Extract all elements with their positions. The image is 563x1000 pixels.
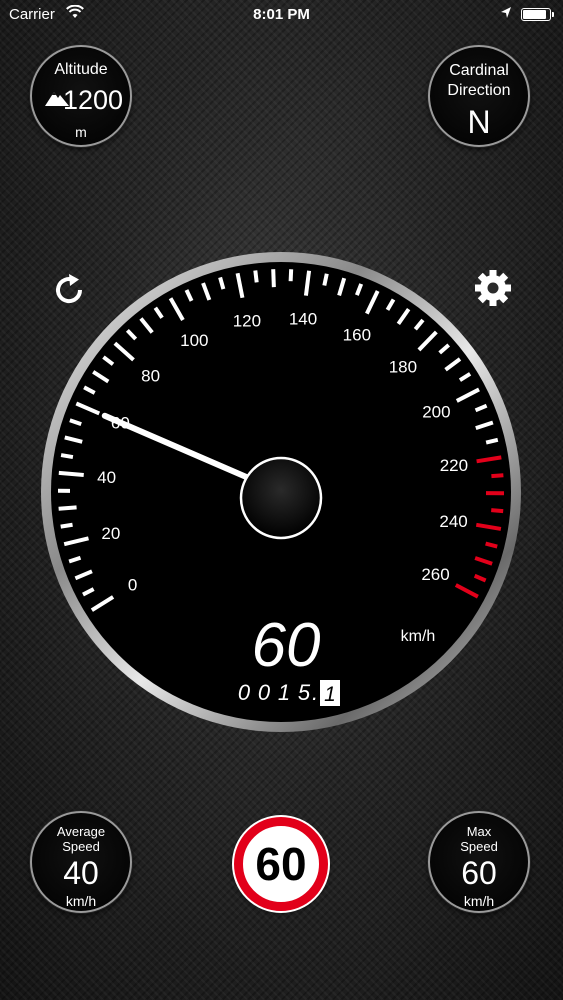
average-speed-label-line1: Average <box>56 824 106 839</box>
gauge-tick-label: 220 <box>440 456 468 475</box>
average-speed-badge: Average Speed 40 km/h <box>30 811 132 913</box>
needle-hub <box>239 456 323 540</box>
gauge-tick <box>485 437 499 445</box>
odometer-digit: 0 <box>258 680 271 705</box>
average-speed-value: 40 <box>63 855 99 891</box>
gauge-tick <box>58 505 77 511</box>
max-speed-badge: Max Speed 60 km/h <box>428 811 530 913</box>
gauge-tick <box>60 453 74 460</box>
gauge-tick <box>253 270 259 283</box>
gauge-tick <box>491 473 504 479</box>
max-speed-unit: km/h <box>463 893 495 909</box>
max-speed-label-line2: Speed <box>460 839 498 854</box>
max-speed-value: 60 <box>461 855 497 891</box>
gauge-tick-label: 120 <box>233 311 261 330</box>
odometer-decimal-digit: 1 <box>324 683 336 706</box>
gauge-tick-label: 20 <box>101 524 120 543</box>
speed-limit-value: 60 <box>255 838 307 890</box>
odometer-digit: 1 <box>278 680 290 705</box>
gauge-tick-label: 240 <box>439 512 467 531</box>
current-speed-value: 60 <box>252 611 321 680</box>
gauge-tick <box>491 508 504 514</box>
odometer-digit: 5 <box>298 680 311 705</box>
average-speed-label-line2: Speed <box>62 839 100 854</box>
gauge-tick <box>58 470 84 478</box>
speed-limit-sign[interactable]: 60 <box>234 817 328 911</box>
gauge-tick-label: 100 <box>180 331 208 350</box>
gauge-tick-label: 140 <box>289 309 317 328</box>
speed-unit: km/h <box>401 628 436 645</box>
gauge-tick-label: 0 <box>128 576 137 595</box>
gauge-tick <box>322 273 329 286</box>
gauge-tick <box>271 269 276 288</box>
gauge-tick-label: 40 <box>97 468 116 487</box>
max-speed-label-line1: Max <box>466 824 492 839</box>
gauge-tick <box>288 269 294 282</box>
gauge-tick-label: 160 <box>343 325 371 344</box>
gauge-tick <box>485 541 498 549</box>
gauge-tick-label: 200 <box>422 403 450 422</box>
gauge-tick <box>60 522 73 529</box>
gauge-tick-label: 260 <box>421 565 449 584</box>
gauge-tick-label: 180 <box>389 357 417 376</box>
average-speed-unit: km/h <box>65 893 97 909</box>
gauge-tick-label: 80 <box>141 366 160 385</box>
odometer-digit: 0 <box>238 680 251 705</box>
odometer-decimal-point: . <box>312 680 318 705</box>
